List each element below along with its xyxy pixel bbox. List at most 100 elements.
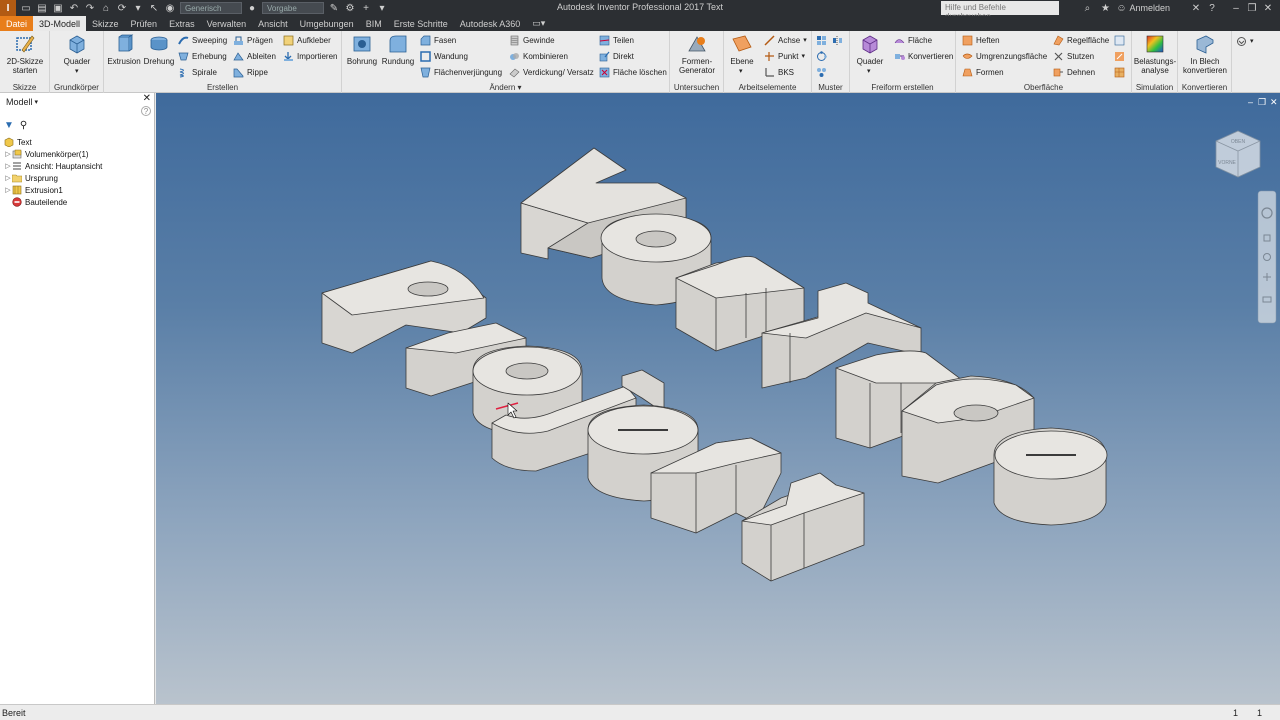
thicken-button[interactable]: Verdickung/ Versatz [509,65,594,79]
plane-dropdown-icon[interactable]: ▾ [739,67,743,75]
tab-datei[interactable]: Datei [0,16,34,31]
tree-item-view[interactable]: ▷ Ansicht: Hauptansicht [4,160,102,172]
expand-icon[interactable]: ▷ [4,162,12,170]
start-2d-sketch-button[interactable]: 2D-Skizze starten [4,33,46,75]
repair-bodies-button[interactable] [1114,49,1128,63]
plane-button[interactable]: Ebene [728,33,756,66]
freeform-face-button[interactable]: Fläche [894,33,932,47]
inventor-logo-icon[interactable]: I [0,0,16,16]
tab-erste-schritte[interactable]: Erste Schritte [388,16,454,31]
convert-to-sheetmetal-button[interactable]: In Blech konvertieren [1180,33,1230,75]
delete-face-button[interactable]: Fläche löschen [599,65,667,79]
hole-button[interactable]: Bohrung [345,33,379,66]
expand-icon[interactable]: ▷ [4,150,12,158]
ribbon-options-icon[interactable]: ▭▾ [526,16,551,31]
sculpt-button[interactable]: Formen [962,65,1004,79]
group-label-aendern[interactable]: Ändern ▾ [342,83,669,92]
tree-item-solid-bodies[interactable]: ▷ Volumenkörper(1) [4,148,88,160]
replace-face-button[interactable] [1114,33,1128,47]
browser-title[interactable]: Modell [6,97,33,107]
split-button[interactable]: Teilen [599,33,634,47]
maximize-icon[interactable]: ❐ [1244,0,1260,16]
new-icon[interactable]: ▭ [18,0,34,16]
ribbon-customize-button[interactable]: ▾ [1236,34,1254,48]
redo-icon[interactable]: ↷ [82,0,98,16]
stitch-button[interactable]: Heften [962,33,1000,47]
tree-item-text[interactable]: Text [4,136,32,148]
user-icon[interactable]: ☺ [1113,0,1129,16]
tree-item-extrusion1[interactable]: ▷ Extrusion1 [4,184,63,196]
axis-button[interactable]: Achse ▾ [764,33,807,47]
loft-button[interactable]: Erhebung [178,49,227,63]
tab-bim[interactable]: BIM [360,16,388,31]
viewport-minimize-icon[interactable]: – [1248,97,1253,107]
measure-icon[interactable]: + [358,0,374,16]
combine-button[interactable]: Kombinieren [509,49,568,63]
filter-icon[interactable]: ▼ [4,120,14,131]
update-icon[interactable]: ⟳ [114,0,130,16]
revolve-button[interactable]: Drehung [142,33,176,66]
sweep-button[interactable]: Sweeping [178,33,227,47]
customize-icon[interactable]: ▾ [374,0,390,16]
box-button[interactable]: Quader [62,33,92,66]
appearance-select[interactable]: Vorgabe [262,2,324,14]
box-dropdown-icon[interactable]: ▾ [75,67,79,75]
letter-e-youtube[interactable] [993,427,1108,526]
graphics-viewport[interactable]: – ❐ ✕ OBEN VORNE [156,93,1280,704]
select-icon[interactable]: ▾ [130,0,146,16]
rib-button[interactable]: Rippe [233,65,268,79]
save-icon[interactable]: ▣ [50,0,66,16]
appearance-icon[interactable]: ● [244,0,260,16]
chamfer-button[interactable]: Fasen [420,33,456,47]
extrusion-button[interactable]: Extrusion [106,33,142,66]
shell-button[interactable]: Wandung [420,49,468,63]
circular-pattern-button[interactable] [816,49,830,63]
point-button[interactable]: Punkt ▾ [764,49,805,63]
material-select[interactable]: Generisch [180,2,242,14]
fillet-button[interactable]: Rundung [380,33,416,66]
browser-help-icon[interactable]: ? [141,106,151,116]
viewport-restore-icon[interactable]: ❐ [1258,97,1266,107]
clear-appearance-icon[interactable]: ✎ [326,0,342,16]
viewcube[interactable]: OBEN VORNE [1215,130,1261,178]
tab-umgebungen[interactable]: Umgebungen [294,16,360,31]
expand-icon[interactable]: ▷ [4,186,12,194]
extruded-text-model[interactable] [321,147,1108,582]
extend-button[interactable]: Dehnen [1053,65,1095,79]
color-icon[interactable]: ◉ [162,0,178,16]
signin-link[interactable]: Anmelden [1129,3,1170,13]
viewport-close-icon[interactable]: ✕ [1270,97,1278,107]
stress-analysis-button[interactable]: Belastungs- analyse [1132,33,1178,75]
minimize-icon[interactable]: – [1228,0,1244,16]
tab-autodesk-a360[interactable]: Autodesk A360 [454,16,527,31]
browser-close-icon[interactable]: ✕ [143,93,151,104]
freeform-box-button[interactable]: Quader [854,33,886,66]
sketch-pattern-button[interactable] [816,65,830,79]
direct-edit-button[interactable]: Direkt [599,49,634,63]
help-icon[interactable]: ? [1204,0,1220,16]
tab-pruefen[interactable]: Prüfen [125,16,164,31]
home-icon[interactable]: ⌂ [98,0,114,16]
tree-item-end-of-part[interactable]: Bauteilende [12,196,67,208]
browser-menu-icon[interactable]: ▾ [35,98,39,106]
tree-item-origin[interactable]: ▷ Ursprung [4,172,58,184]
star-icon[interactable]: ★ [1097,0,1113,16]
thread-button[interactable]: Gewinde [509,33,555,47]
shape-generator-button[interactable]: Formen- Generator [674,33,720,75]
tab-3d-modell[interactable]: 3D-Modell [33,16,87,31]
help-search-input[interactable]: Hilfe und Befehle durchsuchen... [941,1,1059,21]
fit-mesh-face-button[interactable] [1114,65,1128,79]
adjust-icon[interactable]: ⚙ [342,0,358,16]
open-icon[interactable]: ▤ [34,0,50,16]
trim-button[interactable]: Stutzen [1053,49,1094,63]
derive-button[interactable]: Ableiten [233,49,276,63]
import-button[interactable]: Importieren [283,49,337,63]
emboss-button[interactable]: Prägen [233,33,273,47]
expand-icon[interactable]: ▷ [4,174,12,182]
tab-extras[interactable]: Extras [163,16,201,31]
draft-button[interactable]: Flächenverjüngung [420,65,502,79]
rectangular-pattern-button[interactable] [816,33,830,47]
model-canvas[interactable]: – ❐ ✕ OBEN VORNE [156,93,1280,704]
close-icon[interactable]: ✕ [1260,0,1276,16]
undo-icon[interactable]: ↶ [66,0,82,16]
